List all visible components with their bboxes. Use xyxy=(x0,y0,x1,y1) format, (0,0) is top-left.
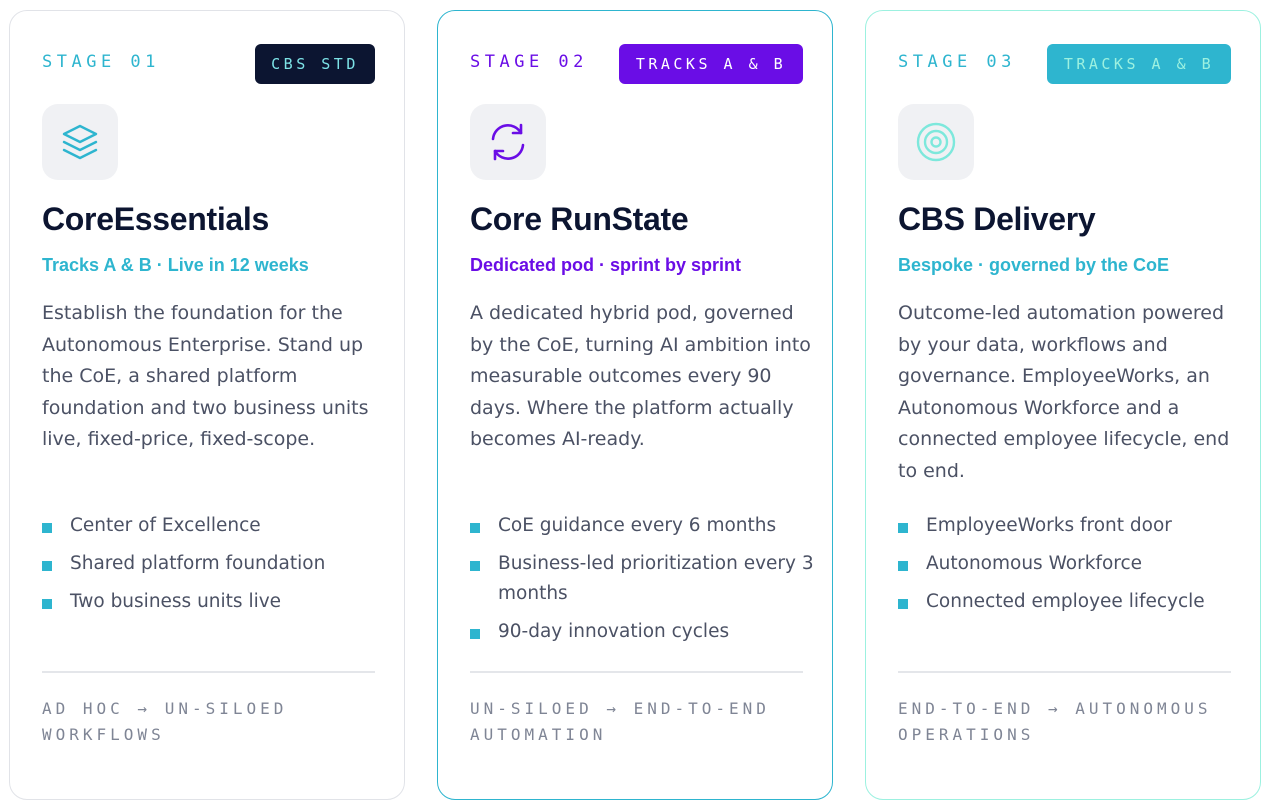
bullet-text: EmployeeWorks front door xyxy=(926,515,1172,536)
list-item: EmployeeWorks front door xyxy=(898,511,1243,541)
bullet-square-icon xyxy=(898,561,908,571)
card-subtitle: Bespoke · governed by the CoE xyxy=(898,255,1170,275)
card-title: CoreEssentials xyxy=(42,201,270,237)
stage-label: STAGE 03 xyxy=(898,52,1016,72)
list-item: Shared platform foundation xyxy=(42,549,387,579)
refresh-icon xyxy=(491,123,525,161)
card-footer: END-TO-END → AUTONOMOUS OPERATIONS xyxy=(898,699,1212,744)
bullet-text: Two business units live xyxy=(70,591,282,612)
icon-tile xyxy=(470,104,546,180)
list-item: Connected employee lifecycle xyxy=(898,587,1243,617)
bullet-text: Connected employee lifecycle xyxy=(926,591,1205,612)
list-item: 90-day innovation cycles xyxy=(470,617,815,647)
bullet-square-icon xyxy=(470,629,480,639)
stage-card-2: STAGE 02 TRACKS A & B Core RunState Dedi… xyxy=(437,10,833,800)
list-item: CoE guidance every 6 months xyxy=(470,511,815,541)
card-description: Outcome-led automation powered by your d… xyxy=(898,302,1230,482)
card-description: Establish the foundation for the Autonom… xyxy=(42,302,369,450)
card-title: Core RunState xyxy=(470,201,689,237)
bullet-list: CoE guidance every 6 months Business-led… xyxy=(470,511,815,655)
card-footer: UN-SILOED → END-TO-END AUTOMATION xyxy=(470,699,770,744)
list-item: Two business units live xyxy=(42,587,387,617)
card-subtitle: Dedicated pod · sprint by sprint xyxy=(470,255,742,275)
bullet-square-icon xyxy=(42,561,52,571)
bullet-text: Center of Excellence xyxy=(70,515,261,536)
bullet-text: Autonomous Workforce xyxy=(926,553,1143,574)
stage-card-1: STAGE 01 CBS STD CoreEssentials Tracks A… xyxy=(9,10,405,800)
stage-label: STAGE 02 xyxy=(470,52,588,72)
badge: TRACKS A & B xyxy=(1047,44,1231,84)
bullet-square-icon xyxy=(42,523,52,533)
bullet-square-icon xyxy=(42,599,52,609)
bullet-square-icon xyxy=(470,523,480,533)
badge: TRACKS A & B xyxy=(619,44,803,84)
list-item: Center of Excellence xyxy=(42,511,387,541)
bullet-text: Business-led prioritization every 3 mont… xyxy=(498,553,814,604)
bullet-square-icon xyxy=(470,561,480,571)
bullet-square-icon xyxy=(898,523,908,533)
bullet-list: EmployeeWorks front door Autonomous Work… xyxy=(898,511,1243,625)
badge: CBS STD xyxy=(255,44,375,84)
icon-tile xyxy=(42,104,118,180)
card-title: CBS Delivery xyxy=(898,201,1096,237)
list-item: Business-led prioritization every 3 mont… xyxy=(470,549,815,609)
bullet-text: Shared platform foundation xyxy=(70,553,326,574)
divider xyxy=(42,671,375,673)
list-item: Autonomous Workforce xyxy=(898,549,1243,579)
divider xyxy=(898,671,1231,673)
target-icon xyxy=(916,122,956,162)
bullet-text: 90-day innovation cycles xyxy=(498,621,730,642)
card-subtitle: Tracks A & B · Live in 12 weeks xyxy=(42,255,309,275)
icon-tile xyxy=(898,104,974,180)
divider xyxy=(470,671,803,673)
layers-icon xyxy=(62,124,98,160)
stage-card-3: STAGE 03 TRACKS A & B CBS Delivery Bespo… xyxy=(865,10,1261,800)
stage-label: STAGE 01 xyxy=(42,52,160,72)
card-description: A dedicated hybrid pod, governed by the … xyxy=(470,302,811,450)
bullet-text: CoE guidance every 6 months xyxy=(498,515,777,536)
bullet-list: Center of Excellence Shared platform fou… xyxy=(42,511,387,625)
card-footer: AD HOC → UN-SILOED WORKFLOWS xyxy=(42,699,288,744)
bullet-square-icon xyxy=(898,599,908,609)
